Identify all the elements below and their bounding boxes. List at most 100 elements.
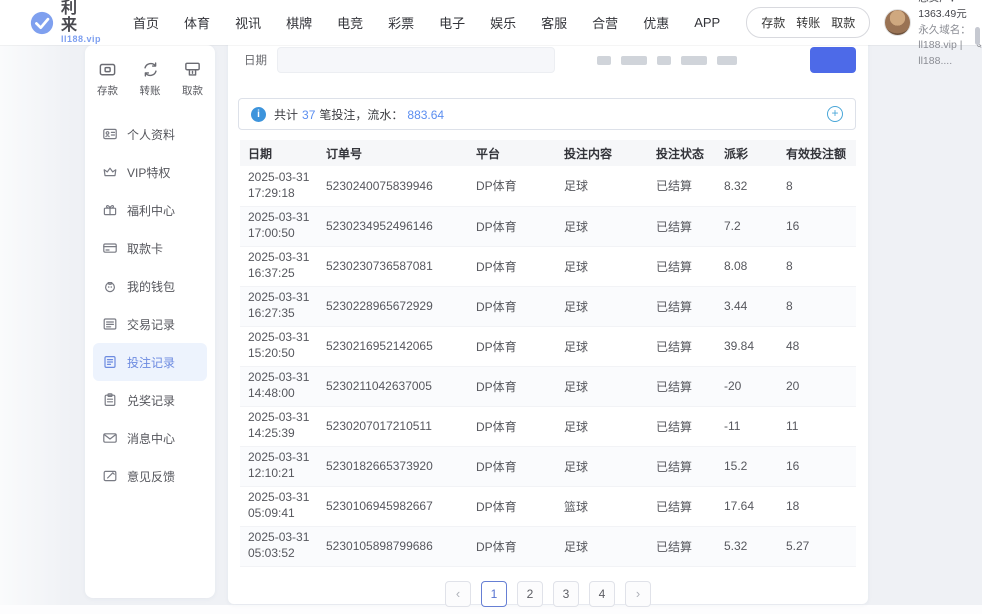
sidebar-item-welfare[interactable]: 福利中心 [93, 191, 207, 229]
sidebar-quick-withdraw-label: 取款 [182, 83, 203, 98]
nav-item-service[interactable]: 客服 [541, 13, 567, 32]
summary-flow: 883.64 [407, 108, 444, 122]
sidebar-item-bet-records[interactable]: 投注记录 [93, 343, 207, 381]
nav-item-app[interactable]: APP [694, 15, 720, 30]
nav-item-lottery[interactable]: 彩票 [388, 13, 414, 32]
wallet-icon [102, 278, 118, 294]
page-button-2[interactable]: 2 [517, 581, 543, 607]
sidebar-item-transactions[interactable]: 交易记录 [93, 305, 207, 343]
cell-valid: 48 [778, 326, 856, 366]
prev-page-button[interactable]: ‹ [445, 581, 471, 607]
header-platform: 平台 [468, 140, 556, 166]
cell-platform: DP体育 [468, 166, 556, 206]
nav-item-home[interactable]: 首页 [133, 13, 159, 32]
deposit-link[interactable]: 存款 [761, 14, 785, 31]
sidebar-item-feedback[interactable]: 意见反馈 [93, 457, 207, 495]
date-range-input[interactable] [277, 47, 555, 73]
header-date: 日期 [240, 140, 318, 166]
cell-payout: 5.32 [716, 526, 778, 566]
vip-crown-icon [102, 164, 118, 180]
table-row: 2025-03-3116:27:35 5230228965672929 DP体育… [240, 286, 856, 326]
filter-option-glyph[interactable] [717, 56, 737, 65]
next-page-button[interactable]: › [625, 581, 651, 607]
nav-item-partnership[interactable]: 合营 [592, 13, 618, 32]
nav-item-entertainment[interactable]: 娱乐 [490, 13, 516, 32]
filter-option-glyph[interactable] [597, 56, 611, 65]
sidebar-item-message-center[interactable]: 消息中心 [93, 419, 207, 457]
wallet-quick-actions: 存款 转账 取款 [746, 7, 870, 38]
sidebar-item-label: 投注记录 [127, 354, 175, 371]
table-row: 2025-03-3114:48:00 5230211042637005 DP体育… [240, 366, 856, 406]
sidebar-quick-withdraw[interactable]: 取款 [182, 60, 203, 98]
cell-order: 5230207017210511 [318, 406, 468, 446]
search-button[interactable] [810, 47, 856, 73]
table-row: 2025-03-3112:10:21 5230182665373920 DP体育… [240, 446, 856, 486]
sidebar-quick-actions: 存款 转账 取款 [85, 45, 215, 107]
assets-label: 总资产： [918, 0, 960, 4]
nav-item-chess[interactable]: 棋牌 [286, 13, 312, 32]
filter-option-glyph[interactable] [681, 56, 707, 65]
sidebar-item-vip[interactable]: VIP特权 [93, 153, 207, 191]
brand-logo-icon [30, 9, 54, 37]
cell-status: 已结算 [648, 246, 716, 286]
bank-card-icon [102, 240, 118, 256]
cell-time: 05:09:41 [248, 506, 318, 522]
cell-payout: 8.32 [716, 166, 778, 206]
transfer-link[interactable]: 转账 [796, 14, 820, 31]
page-button-3[interactable]: 3 [553, 581, 579, 607]
cell-order: 5230106945982667 [318, 486, 468, 526]
filter-option-glyph[interactable] [621, 56, 647, 65]
brand-logo[interactable]: 利 来 ll188.vip [30, 1, 105, 45]
cell-date: 2025-03-31 [248, 210, 318, 226]
sidebar-quick-deposit-label: 存款 [97, 83, 118, 98]
filter-option-glyph[interactable] [657, 56, 671, 65]
cell-order: 5230228965672929 [318, 286, 468, 326]
page-button-1[interactable]: 1 [481, 581, 507, 607]
cell-status: 已结算 [648, 286, 716, 326]
cell-platform: DP体育 [468, 326, 556, 366]
expand-plus-icon[interactable]: + [827, 106, 843, 122]
cell-payout: -20 [716, 366, 778, 406]
cell-platform: DP体育 [468, 486, 556, 526]
cell-content: 足球 [556, 406, 648, 446]
sidebar-item-wallet[interactable]: 我的钱包 [93, 267, 207, 305]
cell-time: 05:03:52 [248, 546, 318, 562]
envelope-icon [102, 430, 118, 446]
sidebar-item-prize-records[interactable]: 兑奖记录 [93, 381, 207, 419]
profile-icon [102, 126, 118, 142]
avatar[interactable] [884, 9, 911, 36]
sidebar: 存款 转账 取款 个人资料 VIP特权 [85, 45, 215, 598]
cell-platform: DP体育 [468, 246, 556, 286]
cell-date: 2025-03-31 [248, 290, 318, 306]
nav-item-sports[interactable]: 体育 [184, 13, 210, 32]
cell-valid: 8 [778, 246, 856, 286]
cell-payout: 39.84 [716, 326, 778, 366]
cell-status: 已结算 [648, 486, 716, 526]
sidebar-item-label: 我的钱包 [127, 278, 175, 295]
nav-item-live[interactable]: 视讯 [235, 13, 261, 32]
sidebar-item-withdraw-card[interactable]: 取款卡 [93, 229, 207, 267]
feedback-icon [102, 468, 118, 484]
cell-date: 2025-03-31 [248, 490, 318, 506]
filter-options[interactable] [597, 56, 737, 65]
header-valid: 有效投注额 [778, 140, 856, 166]
permanent-domain-text: 永久域名：ll188.vip | ll188.... [918, 23, 973, 70]
scrollbar-thumb[interactable] [975, 27, 980, 45]
cell-payout: 3.44 [716, 286, 778, 326]
nav-item-promos[interactable]: 优惠 [643, 13, 669, 32]
header-content: 投注内容 [556, 140, 648, 166]
withdraw-link[interactable]: 取款 [831, 14, 855, 31]
user-info[interactable]: anxin3399总资产：1363.49元 永久域名：ll188.vip | l… [884, 0, 982, 70]
table-row: 2025-03-3116:37:25 5230230736587081 DP体育… [240, 246, 856, 286]
nav-item-esports[interactable]: 电竞 [337, 13, 363, 32]
sidebar-item-profile[interactable]: 个人资料 [93, 115, 207, 153]
cell-status: 已结算 [648, 326, 716, 366]
page-button-4[interactable]: 4 [589, 581, 615, 607]
nav-item-slots[interactable]: 电子 [439, 13, 465, 32]
sidebar-quick-transfer[interactable]: 转账 [140, 60, 161, 98]
cell-platform: DP体育 [468, 366, 556, 406]
cell-time: 16:27:35 [248, 306, 318, 322]
cell-date: 2025-03-31 [248, 410, 318, 426]
cell-valid: 5.27 [778, 526, 856, 566]
sidebar-quick-deposit[interactable]: 存款 [97, 60, 118, 98]
